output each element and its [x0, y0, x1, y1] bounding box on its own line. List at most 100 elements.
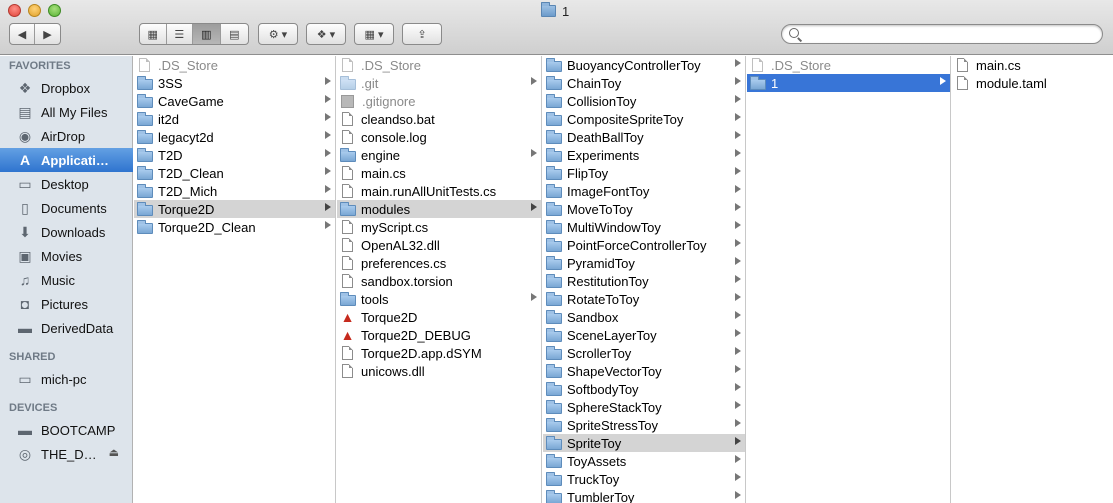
- list-view-button[interactable]: ☰: [167, 24, 194, 44]
- dropbox-menu-button[interactable]: ❖ ▾: [306, 23, 346, 45]
- file-item[interactable]: OpenAL32.dll: [337, 236, 541, 254]
- file-item[interactable]: .DS_Store: [134, 56, 335, 74]
- folder-item[interactable]: TumblerToy: [543, 488, 745, 503]
- folder-item[interactable]: Experiments: [543, 146, 745, 164]
- sidebar: FAVORITES ❖ Dropbox ▤ All My Files ◉ Air…: [0, 56, 133, 503]
- folder-item[interactable]: 1: [747, 74, 950, 92]
- folder-item[interactable]: engine: [337, 146, 541, 164]
- folder-icon: [546, 255, 562, 270]
- folder-item[interactable]: FlipToy: [543, 164, 745, 182]
- sidebar-item-music[interactable]: ♫ Music: [0, 268, 133, 292]
- share-button[interactable]: ⇪: [402, 23, 442, 45]
- folder-item[interactable]: tools: [337, 290, 541, 308]
- folder-item[interactable]: T2D_Clean: [134, 164, 335, 182]
- file-item[interactable]: Torque2D.app.dSYM: [337, 344, 541, 362]
- folder-item[interactable]: PyramidToy: [543, 254, 745, 272]
- sidebar-item-airdrop[interactable]: ◉ AirDrop: [0, 124, 133, 148]
- zoom-window-button[interactable]: [48, 4, 61, 17]
- item-name: PyramidToy: [567, 255, 635, 271]
- file-item[interactable]: .DS_Store: [337, 56, 541, 74]
- folder-item[interactable]: T2D_Mich: [134, 182, 335, 200]
- file-item[interactable]: module.taml: [952, 74, 1113, 92]
- folder-item[interactable]: legacyt2d: [134, 128, 335, 146]
- file-item[interactable]: .gitignore: [337, 92, 541, 110]
- file-item[interactable]: console.log: [337, 128, 541, 146]
- file-item[interactable]: preferences.cs: [337, 254, 541, 272]
- sidebar-item-all-my-files[interactable]: ▤ All My Files: [0, 100, 133, 124]
- file-item[interactable]: cleandso.bat: [337, 110, 541, 128]
- folder-item[interactable]: CompositeSpriteToy: [543, 110, 745, 128]
- folder-item[interactable]: Torque2D_Clean: [134, 218, 335, 236]
- sidebar-item-label: mich-pc: [41, 371, 87, 387]
- folder-item[interactable]: DeathBallToy: [543, 128, 745, 146]
- folder-item[interactable]: modules: [337, 200, 541, 218]
- sidebar-item-downloads[interactable]: ⬇ Downloads: [0, 220, 133, 244]
- folder-item[interactable]: MoveToToy: [543, 200, 745, 218]
- arrange-menu-button[interactable]: ▦ ▾: [354, 23, 394, 45]
- folder-item[interactable]: CaveGame: [134, 92, 335, 110]
- column-view-button[interactable]: ▥: [193, 24, 221, 44]
- sidebar-item-documents[interactable]: ▯ Documents: [0, 196, 133, 220]
- folder-item[interactable]: SpriteStressToy: [543, 416, 745, 434]
- file-item[interactable]: main.cs: [952, 56, 1113, 74]
- sidebar-item-the-d[interactable]: ◎ THE_D… ⏏: [0, 442, 133, 466]
- action-menu-button[interactable]: ⚙ ▾: [258, 23, 298, 45]
- folder-item[interactable]: ChainToy: [543, 74, 745, 92]
- minimize-window-button[interactable]: [28, 4, 41, 17]
- folder-item[interactable]: MultiWindowToy: [543, 218, 745, 236]
- item-name: module.taml: [976, 75, 1047, 91]
- sidebar-item-movies[interactable]: ▣ Movies: [0, 244, 133, 268]
- folder-icon: [546, 111, 562, 126]
- disclosure-arrow-icon: [325, 221, 331, 229]
- folder-item[interactable]: 3SS: [134, 74, 335, 92]
- file-item[interactable]: unicows.dll: [337, 362, 541, 380]
- folder-item[interactable]: .git: [337, 74, 541, 92]
- file-item[interactable]: main.runAllUnitTests.cs: [337, 182, 541, 200]
- file-item[interactable]: myScript.cs: [337, 218, 541, 236]
- sidebar-item-dropbox[interactable]: ❖ Dropbox: [0, 76, 133, 100]
- folder-item[interactable]: SpriteToy: [543, 434, 745, 452]
- sidebar-item-applications[interactable]: A Applicati…: [0, 148, 133, 172]
- folder-item[interactable]: BuoyancyControllerToy: [543, 56, 745, 74]
- file-item[interactable]: .DS_Store: [747, 56, 950, 74]
- eject-icon[interactable]: ⏏: [109, 446, 119, 459]
- search-input[interactable]: [804, 26, 1094, 42]
- sidebar-item-deriveddata[interactable]: ▬ DerivedData: [0, 316, 133, 340]
- browser-column-4: .DS_Store 1: [747, 56, 951, 503]
- sidebar-item-mich-pc[interactable]: ▭ mich-pc: [0, 367, 133, 391]
- folder-item[interactable]: PointForceControllerToy: [543, 236, 745, 254]
- sidebar-item-bootcamp[interactable]: ▬ BOOTCAMP: [0, 418, 133, 442]
- folder-item[interactable]: SoftbodyToy: [543, 380, 745, 398]
- close-window-button[interactable]: [8, 4, 21, 17]
- folder-item[interactable]: TruckToy: [543, 470, 745, 488]
- sidebar-item-pictures[interactable]: ◘ Pictures: [0, 292, 133, 316]
- file-item[interactable]: ▲ Torque2D_DEBUG: [337, 326, 541, 344]
- sidebar-item-desktop[interactable]: ▭ Desktop: [0, 172, 133, 196]
- icon-view-button[interactable]: ▦: [140, 24, 167, 44]
- disclosure-arrow-icon: [940, 77, 946, 85]
- item-name: RestitutionToy: [567, 273, 649, 289]
- forward-button[interactable]: ▶: [35, 24, 60, 44]
- folder-item[interactable]: ToyAssets: [543, 452, 745, 470]
- folder-item[interactable]: ImageFontToy: [543, 182, 745, 200]
- cover-flow-view-button[interactable]: ▤: [221, 24, 248, 44]
- file-item[interactable]: ▲ Torque2D: [337, 308, 541, 326]
- folder-item[interactable]: CollisionToy: [543, 92, 745, 110]
- folder-item[interactable]: RestitutionToy: [543, 272, 745, 290]
- file-item[interactable]: main.cs: [337, 164, 541, 182]
- file-item[interactable]: sandbox.torsion: [337, 272, 541, 290]
- folder-item[interactable]: SphereStackToy: [543, 398, 745, 416]
- folder-item[interactable]: ShapeVectorToy: [543, 362, 745, 380]
- folder-item[interactable]: RotateToToy: [543, 290, 745, 308]
- back-button[interactable]: ◀: [10, 24, 36, 44]
- item-name: Torque2D.app.dSYM: [361, 345, 482, 361]
- folder-item[interactable]: Sandbox: [543, 308, 745, 326]
- item-name: legacyt2d: [158, 129, 214, 145]
- folder-item[interactable]: T2D: [134, 146, 335, 164]
- search-field[interactable]: [781, 24, 1103, 44]
- folder-item[interactable]: it2d: [134, 110, 335, 128]
- folder-item[interactable]: SceneLayerToy: [543, 326, 745, 344]
- folder-item[interactable]: Torque2D: [134, 200, 335, 218]
- folder-item[interactable]: ScrollerToy: [543, 344, 745, 362]
- item-name: ChainToy: [567, 75, 622, 91]
